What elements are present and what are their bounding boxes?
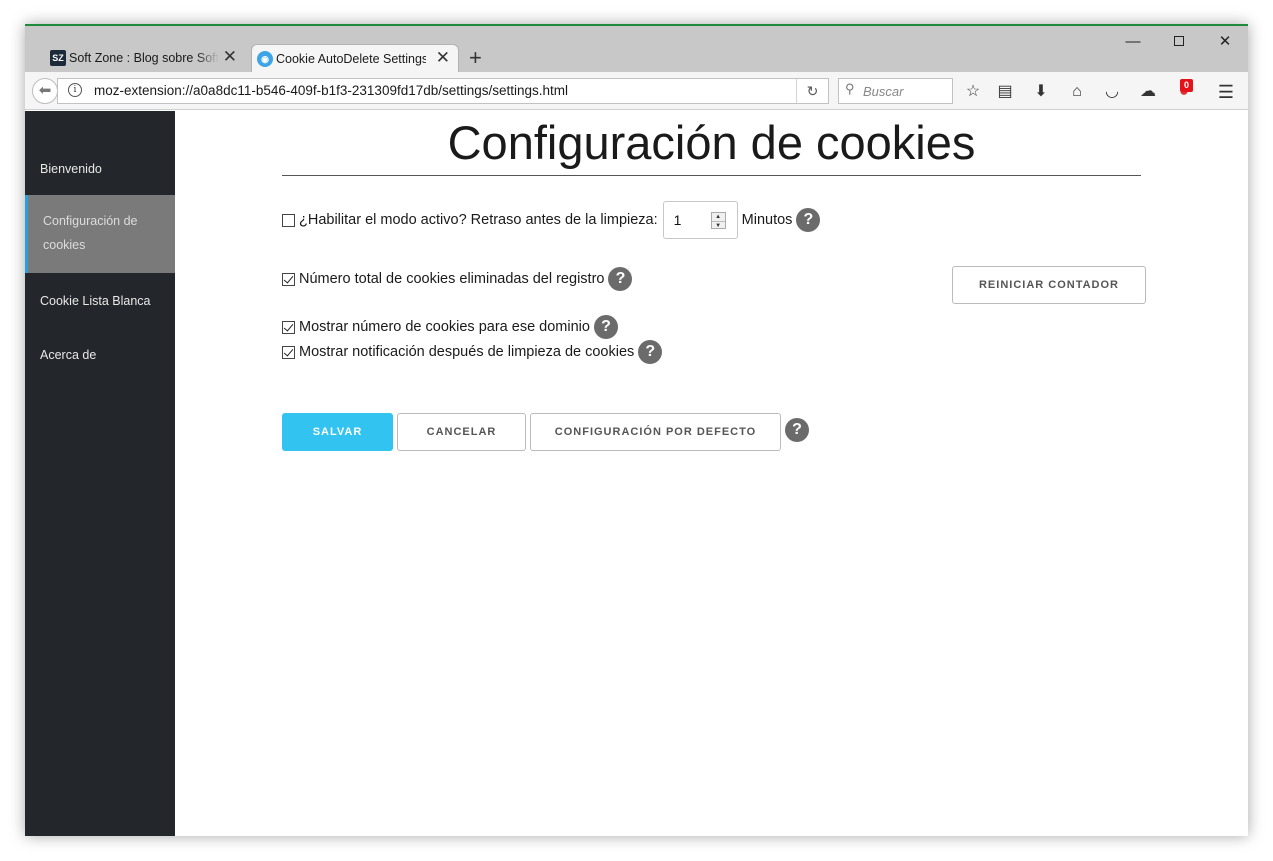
stat-logging-row: Número total de cookies eliminadas del r… [282, 267, 633, 291]
tab-close-icon[interactable]: ✕ [436, 49, 450, 67]
new-tab-button[interactable]: + [469, 46, 482, 70]
show-notification-checkbox[interactable] [282, 345, 295, 359]
reset-counter-button[interactable]: REINICIAR CONTADOR [952, 266, 1146, 304]
tab-close-icon[interactable]: ✕ [223, 48, 237, 66]
delay-spinner[interactable]: ▲ ▼ [710, 212, 726, 229]
sidebar: Bienvenido Configuración de cookies Cook… [25, 111, 175, 836]
back-arrow-icon[interactable]: ⬅ [32, 78, 58, 104]
sidebar-item-lista-blanca[interactable]: Cookie Lista Blanca [25, 289, 175, 313]
maximize-icon[interactable] [1164, 32, 1194, 52]
cookie-count-badge: 0 [1180, 79, 1193, 92]
minimize-icon[interactable]: — [1118, 32, 1148, 52]
close-window-icon[interactable]: ✕ [1210, 32, 1240, 52]
active-mode-checkbox[interactable] [282, 213, 295, 227]
tab-title: Cookie AutoDelete Settings [276, 51, 426, 66]
help-icon[interactable]: ? [638, 340, 663, 364]
download-icon[interactable]: ⬇ [1030, 81, 1052, 103]
reload-icon[interactable]: ↻ [796, 79, 828, 103]
reading-list-icon[interactable]: ▤ [994, 81, 1016, 103]
spin-up-icon[interactable]: ▲ [712, 213, 725, 221]
help-icon[interactable]: ? [796, 208, 821, 232]
sidebar-item-acerca-de[interactable]: Acerca de [25, 343, 175, 367]
help-icon[interactable]: ? [608, 267, 633, 291]
sidebar-item-configuracion[interactable]: Configuración de cookies [25, 195, 175, 273]
navigation-bar: i moz-extension://a0a8dc11-b546-409f-b1f… [25, 72, 1248, 110]
search-icon: ⚲ [845, 81, 855, 96]
search-bar[interactable]: ⚲ [838, 78, 953, 104]
url-bar[interactable]: i moz-extension://a0a8dc11-b546-409f-b1f… [57, 78, 829, 104]
star-icon[interactable]: ☆ [962, 81, 984, 103]
sidebar-item-bienvenido[interactable]: Bienvenido [25, 157, 175, 181]
title-divider [282, 175, 1141, 176]
pocket-icon[interactable]: ◡ [1101, 81, 1123, 103]
settings-panel: Configuración de cookies ¿Habilitar el m… [175, 111, 1248, 836]
show-number-label: Mostrar número de cookies para ese domin… [299, 319, 590, 335]
spin-down-icon[interactable]: ▼ [711, 221, 725, 229]
cookie-autodelete-favicon-icon: ◉ [257, 51, 273, 67]
tab-strip: SZ Soft Zone : Blog sobre Software ✕ ◉ C… [25, 26, 1248, 72]
cancel-button[interactable]: CANCELAR [397, 413, 526, 451]
menu-icon[interactable]: ☰ [1215, 81, 1237, 103]
default-settings-button[interactable]: CONFIGURACIÓN POR DEFECTO [530, 413, 781, 451]
active-mode-row: ¿Habilitar el modo activo? Retraso antes… [282, 201, 821, 239]
stat-logging-checkbox[interactable] [282, 272, 295, 286]
url-text[interactable]: moz-extension://a0a8dc11-b546-409f-b1f3-… [94, 83, 568, 98]
show-notification-label: Mostrar notificación después de limpieza… [299, 344, 635, 360]
tab-cookie-autodelete[interactable]: ◉ Cookie AutoDelete Settings ✕ [251, 44, 459, 72]
help-icon[interactable]: ? [593, 315, 618, 339]
save-button[interactable]: SALVAR [282, 413, 393, 451]
delay-unit-label: Minutos [741, 212, 793, 228]
show-number-checkbox[interactable] [282, 320, 295, 334]
help-icon[interactable]: ? [785, 418, 809, 442]
info-icon[interactable]: i [68, 83, 82, 97]
show-number-row: Mostrar número de cookies para ese domin… [282, 315, 618, 339]
stat-logging-label: Número total de cookies eliminadas del r… [299, 271, 605, 287]
delay-value-field[interactable] [673, 211, 706, 229]
home-icon[interactable]: ⌂ [1066, 81, 1088, 103]
active-mode-label: ¿Habilitar el modo activo? Retraso antes… [299, 212, 658, 228]
delay-number-input[interactable]: ▲ ▼ [662, 201, 738, 239]
show-notification-row: Mostrar notificación después de limpieza… [282, 340, 663, 364]
softzone-favicon-icon: SZ [50, 50, 66, 66]
tab-title: Soft Zone : Blog sobre Software [69, 51, 219, 65]
page-title: Configuración de cookies [447, 116, 976, 169]
sync-icon[interactable]: ☁ [1137, 81, 1159, 103]
tab-softzone[interactable]: SZ Soft Zone : Blog sobre Software ✕ [45, 44, 245, 72]
browser-window: SZ Soft Zone : Blog sobre Software ✕ ◉ C… [25, 24, 1248, 836]
search-input[interactable] [863, 82, 949, 100]
